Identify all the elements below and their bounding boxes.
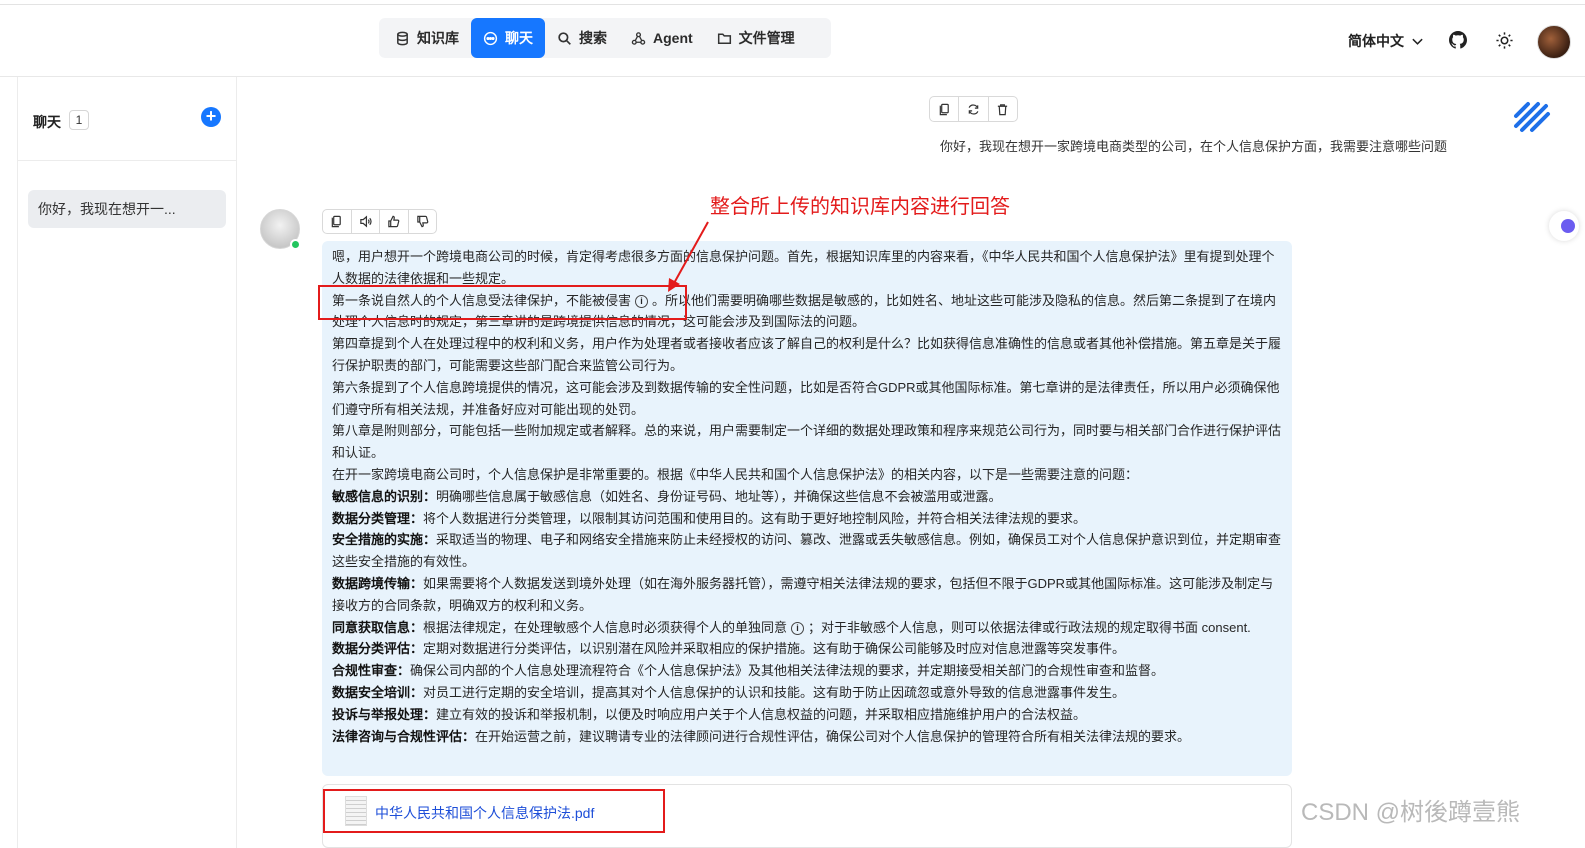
nav-search[interactable]: 搜索 — [545, 18, 619, 58]
item-title: 投诉与举报处理： — [332, 706, 437, 722]
sun-icon — [1495, 31, 1513, 49]
nav-chat[interactable]: 聊天 — [471, 18, 545, 58]
main-nav: 知识库 聊天 搜索 Agent 文件管理 — [379, 18, 831, 58]
watermark: CSDN @树後蹲壹熊 — [1301, 799, 1521, 826]
user-avatar[interactable] — [1537, 25, 1571, 59]
highlight-box — [318, 285, 687, 320]
regenerate-button[interactable] — [959, 97, 989, 121]
answer-item: 敏感信息的识别：明确哪些信息属于敏感信息（如姓名、身份证号码、地址等），并确保这… — [332, 486, 1282, 508]
item-text: 将个人数据进行分类管理，以限制其访问范围和使用目的。这有助于更好地控制风险，并符… — [423, 510, 1087, 526]
chat-icon — [483, 31, 498, 45]
answer-item: 数据分类评估：定期对数据进行分类评估，以识别潜在风险并采取相应的保护措施。这有助… — [332, 638, 1282, 660]
item-title: 数据跨境传输： — [332, 575, 424, 591]
github-button[interactable] — [1447, 29, 1469, 51]
search-icon — [558, 31, 571, 45]
database-icon — [397, 31, 408, 45]
item-text: 对员工进行定期的安全培训，提高其对个人信息保护的认识和技能。这有助于防止因疏忽或… — [423, 684, 1126, 700]
nav-label: 聊天 — [505, 30, 533, 46]
folder-icon — [717, 33, 731, 44]
item-title: 数据分类评估： — [332, 641, 424, 657]
sidebar-title: 聊天 — [33, 114, 61, 130]
answer-paragraph: 在开一家跨境电商公司时，个人信息保护是非常重要的。根据《中华人民共和国个人信息保… — [332, 466, 1139, 482]
assistant-answer: 嗯，用户想开一个跨境电商公司的时候，肯定得考虑很多方面的信息保护问题。首先，根据… — [322, 241, 1292, 776]
copy-answer-button[interactable] — [323, 210, 352, 233]
item-text: 根据法律规定，在处理敏感个人信息时必须获得个人的单独同意 — [423, 619, 788, 635]
item-title: 数据安全培训： — [332, 684, 424, 700]
conversation-count-badge: 1 — [69, 110, 89, 130]
answer-item: 法律咨询与合规性评估：在开始运营之前，建议聘请专业的法律顾问进行合规性评估，确保… — [332, 726, 1282, 748]
item-text: 采取适当的物理、电子和网络安全措施来防止未经授权的访问、篡改、泄露或丢失敏感信息… — [332, 532, 1282, 570]
answer-item: 同意获取信息：根据法律规定，在处理敏感个人信息时必须获得个人的单独同意 i ；对于非… — [332, 617, 1282, 639]
citation-info-icon[interactable]: i — [791, 621, 805, 635]
trash-icon — [998, 103, 1008, 115]
answer-item: 投诉与举报处理：建立有效的投诉和举报机制，以便及时响应用户关于个人信息权益的问题… — [332, 704, 1282, 726]
item-title: 敏感信息的识别： — [332, 488, 437, 504]
conversation-item[interactable]: 你好，我现在想开一... — [28, 190, 226, 228]
chevron-down-icon — [1412, 38, 1423, 45]
refresh-icon — [968, 103, 979, 115]
copy-button[interactable] — [930, 97, 960, 121]
highlight-box — [323, 789, 665, 833]
answer-paragraph: 嗯，用户想开一个跨境电商公司的时候，肯定得考虑很多方面的信息保护问题。首先，根据… — [332, 249, 1275, 286]
copy-icon — [939, 103, 949, 115]
language-selector[interactable]: 简体中文 — [1348, 31, 1424, 51]
theme-toggle[interactable] — [1493, 29, 1515, 51]
sidebar-header: 聊天 1 + — [18, 77, 236, 161]
item-text: ；对于非敏感个人信息，则可以依据法律或行政法规的规定取得书面 consent. — [808, 619, 1251, 635]
item-text: 建立有效的投诉和举报机制，以便及时响应用户关于个人信息权益的问题，并采取相应措施… — [436, 706, 1087, 722]
thumbs-down-button[interactable] — [409, 210, 437, 233]
answer-paragraph: 第八章是附则部分，可能包括一些附加规定或者解释。总的来说，用户需要制定一个详细的… — [332, 423, 1282, 461]
plus-icon: + — [205, 106, 217, 126]
nav-agent[interactable]: Agent — [619, 18, 705, 58]
delete-button[interactable] — [989, 97, 1017, 121]
answer-item: 安全措施的实施：采取适当的物理、电子和网络安全措施来防止未经授权的访问、篡改、泄… — [332, 529, 1282, 573]
assistant-message-toolbar — [322, 209, 437, 234]
copy-icon — [331, 215, 342, 228]
item-title: 合规性审查： — [332, 663, 411, 679]
annotation-text: 整合所上传的知识库内容进行回答 — [710, 196, 1010, 218]
nav-label: 知识库 — [417, 30, 459, 46]
github-icon — [1449, 31, 1467, 49]
agent-icon — [631, 31, 646, 45]
floating-assistant-button[interactable] — [1549, 211, 1579, 241]
thumbs-down-icon — [417, 215, 429, 228]
nav-file-management[interactable]: 文件管理 — [705, 18, 807, 58]
item-text: 确保公司内部的个人信息处理流程符合《个人信息保护法》及其他相关法律法规的要求，并… — [410, 663, 1165, 679]
chat-sidebar: 聊天 1 + 你好，我现在想开一... — [17, 77, 237, 848]
nav-knowledge-base[interactable]: 知识库 — [383, 18, 471, 58]
item-text: 在开始运营之前，建议聘请专业的法律顾问进行合规性评估，确保公司对个人信息保护的管… — [475, 728, 1191, 744]
answer-item: 数据跨境传输：如果需要将个人数据发送到境外处理（如在海外服务器托管），需遵守相关… — [332, 573, 1282, 617]
answer-item: 数据安全培训：对员工进行定期的安全培训，提高其对个人信息保护的认识和技能。这有助… — [332, 682, 1282, 704]
online-status-dot — [290, 239, 301, 250]
item-title: 法律咨询与合规性评估： — [332, 728, 476, 744]
answer-paragraph: 第六条提到了个人信息跨境提供的情况，这可能会涉及到数据传输的安全性问题，比如是否… — [332, 379, 1280, 417]
item-title: 安全措施的实施： — [332, 532, 437, 548]
new-chat-button[interactable]: + — [201, 107, 221, 127]
user-message: 你好，我现在想开一家跨境电商类型的公司，在个人信息保护方面，我需要注意哪些问题 — [940, 139, 1448, 154]
brand-logo-icon — [1514, 102, 1550, 132]
answer-item: 数据分类管理：将个人数据进行分类管理，以限制其访问范围和使用目的。这有助于更好地… — [332, 508, 1282, 530]
language-label: 简体中文 — [1348, 33, 1404, 49]
answer-item: 合规性审查：确保公司内部的个人信息处理流程符合《个人信息保护法》及其他相关法律法… — [332, 660, 1282, 682]
user-message-toolbar — [929, 96, 1018, 122]
thumbs-up-button[interactable] — [380, 210, 409, 233]
read-aloud-button[interactable] — [352, 210, 380, 233]
app-header: 知识库 聊天 搜索 Agent 文件管理 简体中文 — [0, 5, 1585, 77]
item-text: 定期对数据进行分类评估，以识别潜在风险并采取相应的保护措施。这有助于确保公司能够… — [423, 641, 1126, 657]
thumbs-up-icon — [388, 215, 400, 228]
answer-paragraph: 第四章提到个人在处理过程中的权利和义务，用户作为处理者或者接收者应该了解自己的权… — [332, 336, 1282, 373]
nav-label: 搜索 — [579, 30, 607, 46]
nav-label: Agent — [653, 30, 693, 46]
item-text: 明确哪些信息属于敏感信息（如姓名、身份证号码、地址等），并确保这些信息不会被滥用… — [436, 488, 1002, 504]
speaker-icon — [360, 215, 372, 228]
item-text: 如果需要将个人数据发送到境外处理（如在海外服务器托管），需遵守相关法律法规的要求… — [332, 575, 1274, 613]
item-title: 数据分类管理： — [332, 510, 424, 526]
nav-label: 文件管理 — [738, 30, 795, 46]
item-title: 同意获取信息： — [332, 619, 424, 635]
